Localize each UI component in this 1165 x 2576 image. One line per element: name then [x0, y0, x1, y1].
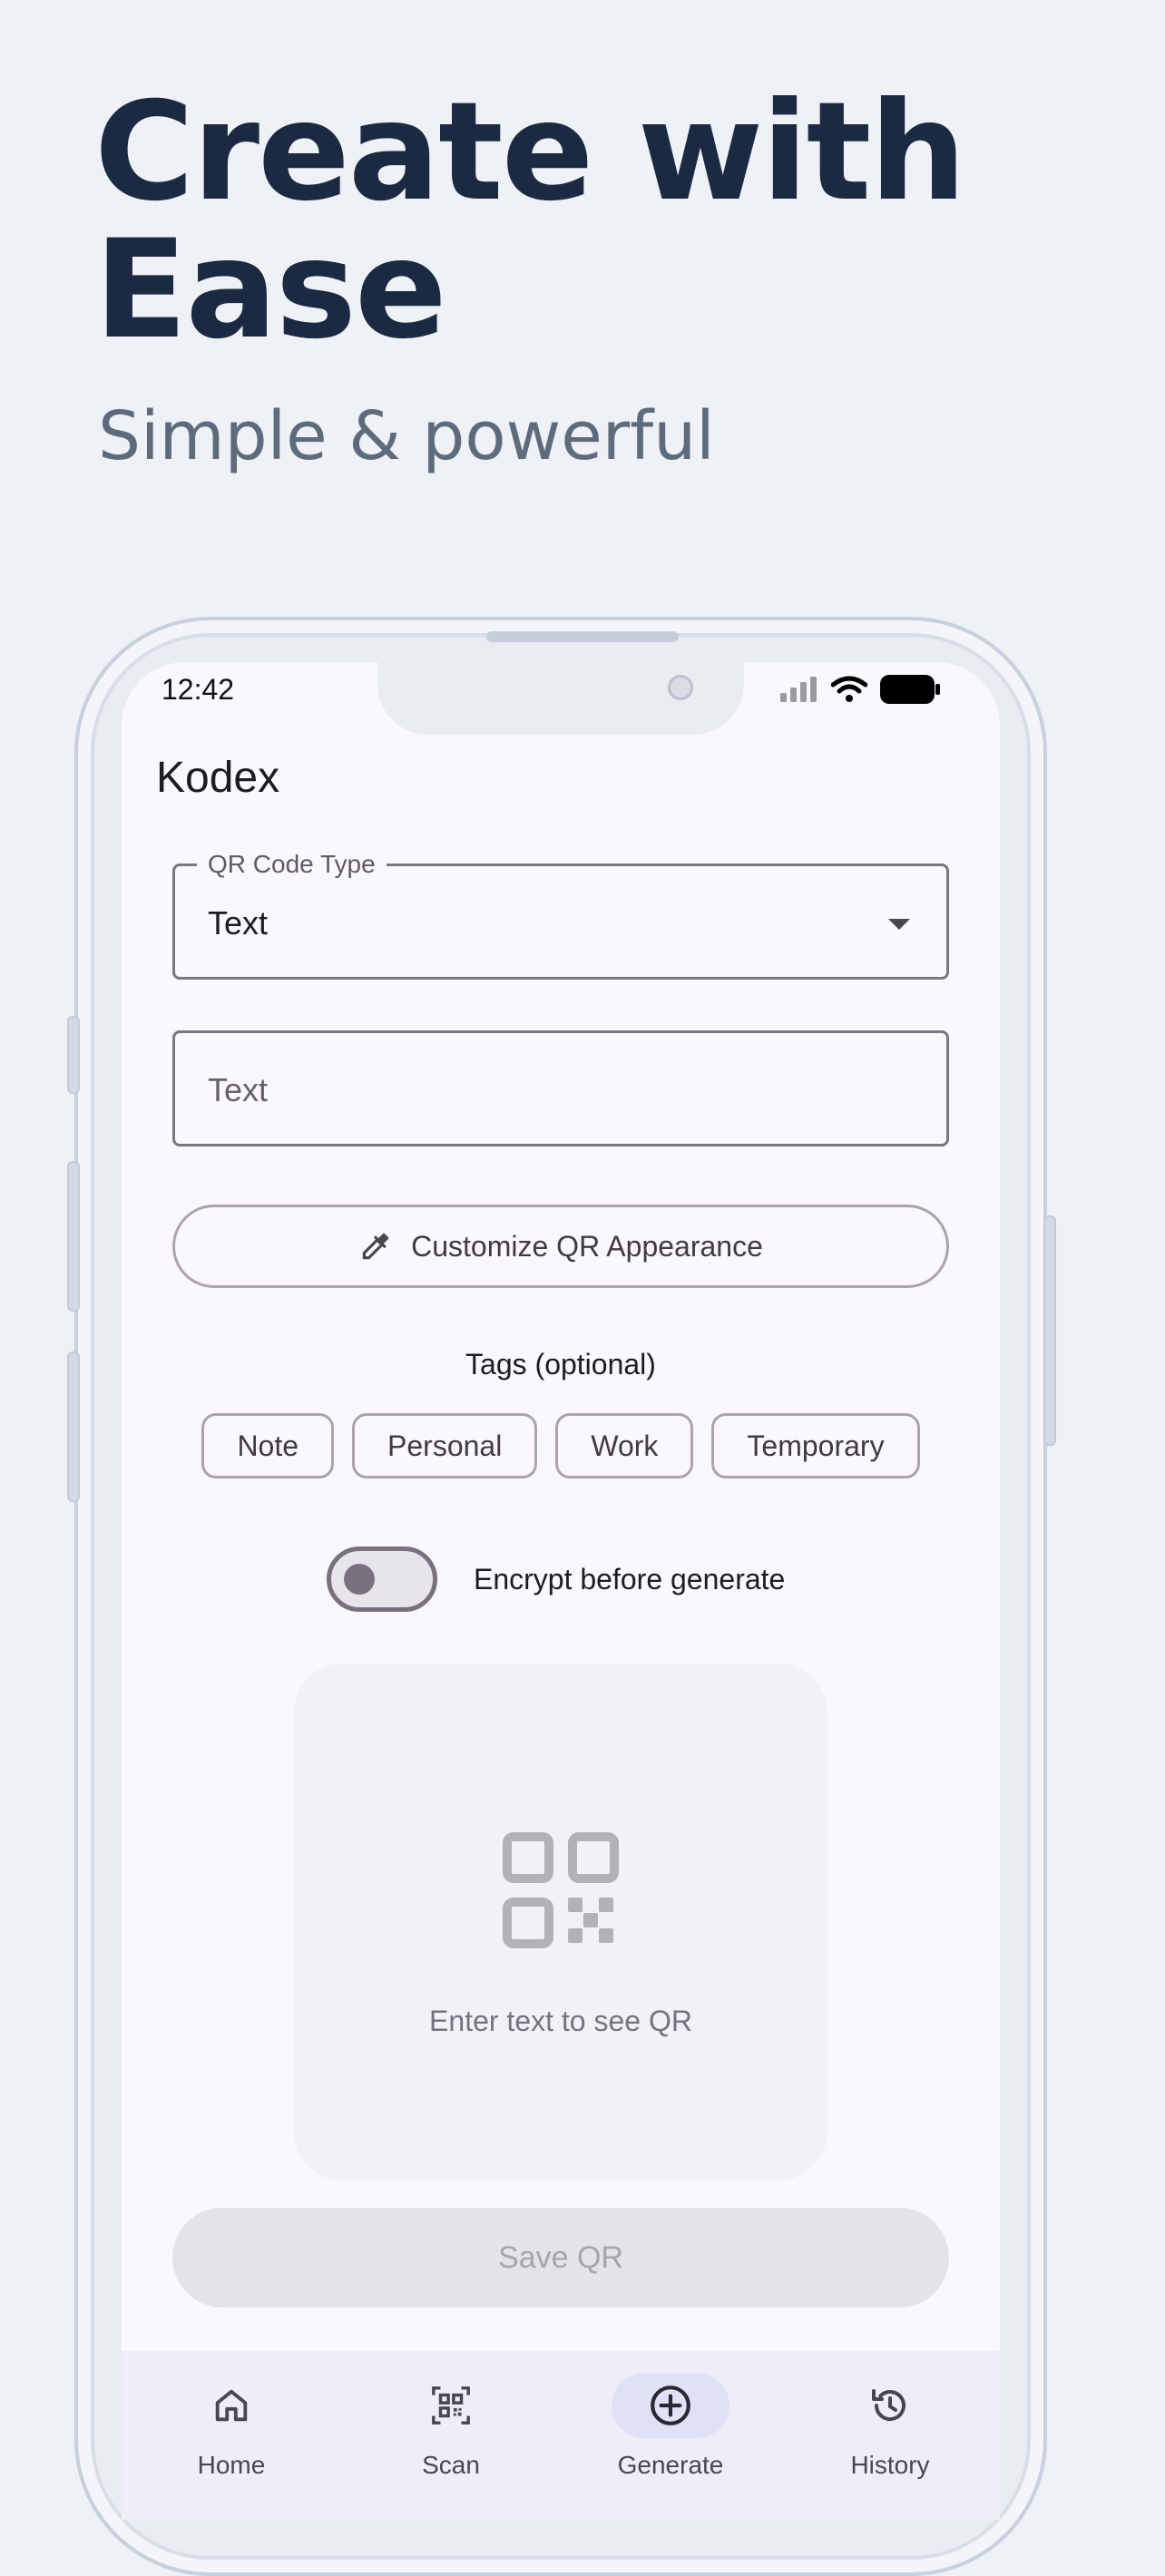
notch — [377, 662, 744, 735]
qr-preview-card: Enter text to see QR — [294, 1664, 827, 2181]
app-screen: 12:42 Kodex QR Code Type Text Text Custo… — [122, 662, 1000, 2520]
nav-label-history: History — [850, 2451, 930, 2479]
customize-qr-button[interactable]: Customize QR Appearance — [172, 1205, 949, 1288]
bottom-nav: Home Scan Generate History — [122, 2351, 1000, 2520]
nav-item-generate[interactable]: Generate — [561, 2351, 780, 2520]
nav-item-scan[interactable]: Scan — [341, 2351, 561, 2520]
nav-icon-container — [612, 2373, 729, 2438]
encrypt-toggle-label: Encrypt before generate — [474, 1562, 786, 1595]
phone-volume-down-button — [67, 1351, 80, 1502]
qr-type-value: Text — [208, 904, 269, 942]
qr-code-icon — [503, 1832, 619, 1948]
nav-label-scan: Scan — [422, 2451, 480, 2479]
qr-type-dropdown[interactable]: QR Code Type Text — [172, 850, 949, 980]
status-icons — [780, 673, 940, 706]
tag-chip-temporary[interactable]: Temporary — [711, 1413, 920, 1478]
encrypt-row: Encrypt before generate — [327, 1547, 785, 1612]
camera-icon — [668, 675, 693, 700]
nav-label-home: Home — [197, 2451, 266, 2479]
tag-chip-note[interactable]: Note — [201, 1413, 335, 1478]
qr-preview-hint: Enter text to see QR — [429, 2005, 692, 2037]
qr-type-label: QR Code Type — [197, 850, 387, 879]
tag-chip-personal[interactable]: Personal — [352, 1413, 538, 1478]
phone-speaker — [486, 631, 679, 642]
app-title: Kodex — [156, 754, 280, 802]
nav-item-history[interactable]: History — [780, 2351, 1000, 2520]
status-time: 12:42 — [162, 673, 235, 706]
subline: Simple & powerful — [98, 397, 715, 475]
nav-item-home[interactable]: Home — [122, 2351, 341, 2520]
encrypt-toggle[interactable] — [327, 1547, 437, 1612]
wifi-icon — [831, 676, 867, 702]
text-input[interactable]: Text — [172, 1030, 949, 1147]
headline: Create with Ease — [94, 73, 966, 369]
signal-icon — [780, 677, 817, 702]
add-circle-icon — [651, 2386, 690, 2425]
toggle-knob — [344, 1564, 375, 1595]
text-input-placeholder: Text — [208, 1071, 269, 1108]
save-qr-button[interactable]: Save QR — [172, 2208, 949, 2308]
phone-volume-up-button — [67, 1161, 80, 1312]
qr-scan-icon — [432, 2386, 470, 2425]
customize-qr-button-label: Customize QR Appearance — [411, 1229, 763, 1263]
nav-label-generate: Generate — [617, 2451, 724, 2479]
history-icon — [872, 2389, 906, 2421]
tag-chip-work[interactable]: Work — [555, 1413, 694, 1478]
eyedropper-icon — [362, 1233, 389, 1260]
phone-power-button — [1043, 1215, 1056, 1446]
tags-label: Tags (optional) — [465, 1348, 656, 1381]
nav-icon-container — [392, 2373, 510, 2438]
phone-action-button — [67, 1016, 80, 1094]
battery-icon — [880, 675, 940, 704]
home-icon — [215, 2389, 248, 2422]
nav-icon-container — [831, 2373, 949, 2438]
nav-icon-container — [172, 2373, 290, 2438]
tag-chips: Note Personal Work Temporary — [122, 1413, 1000, 1478]
chevron-down-icon — [888, 919, 910, 930]
